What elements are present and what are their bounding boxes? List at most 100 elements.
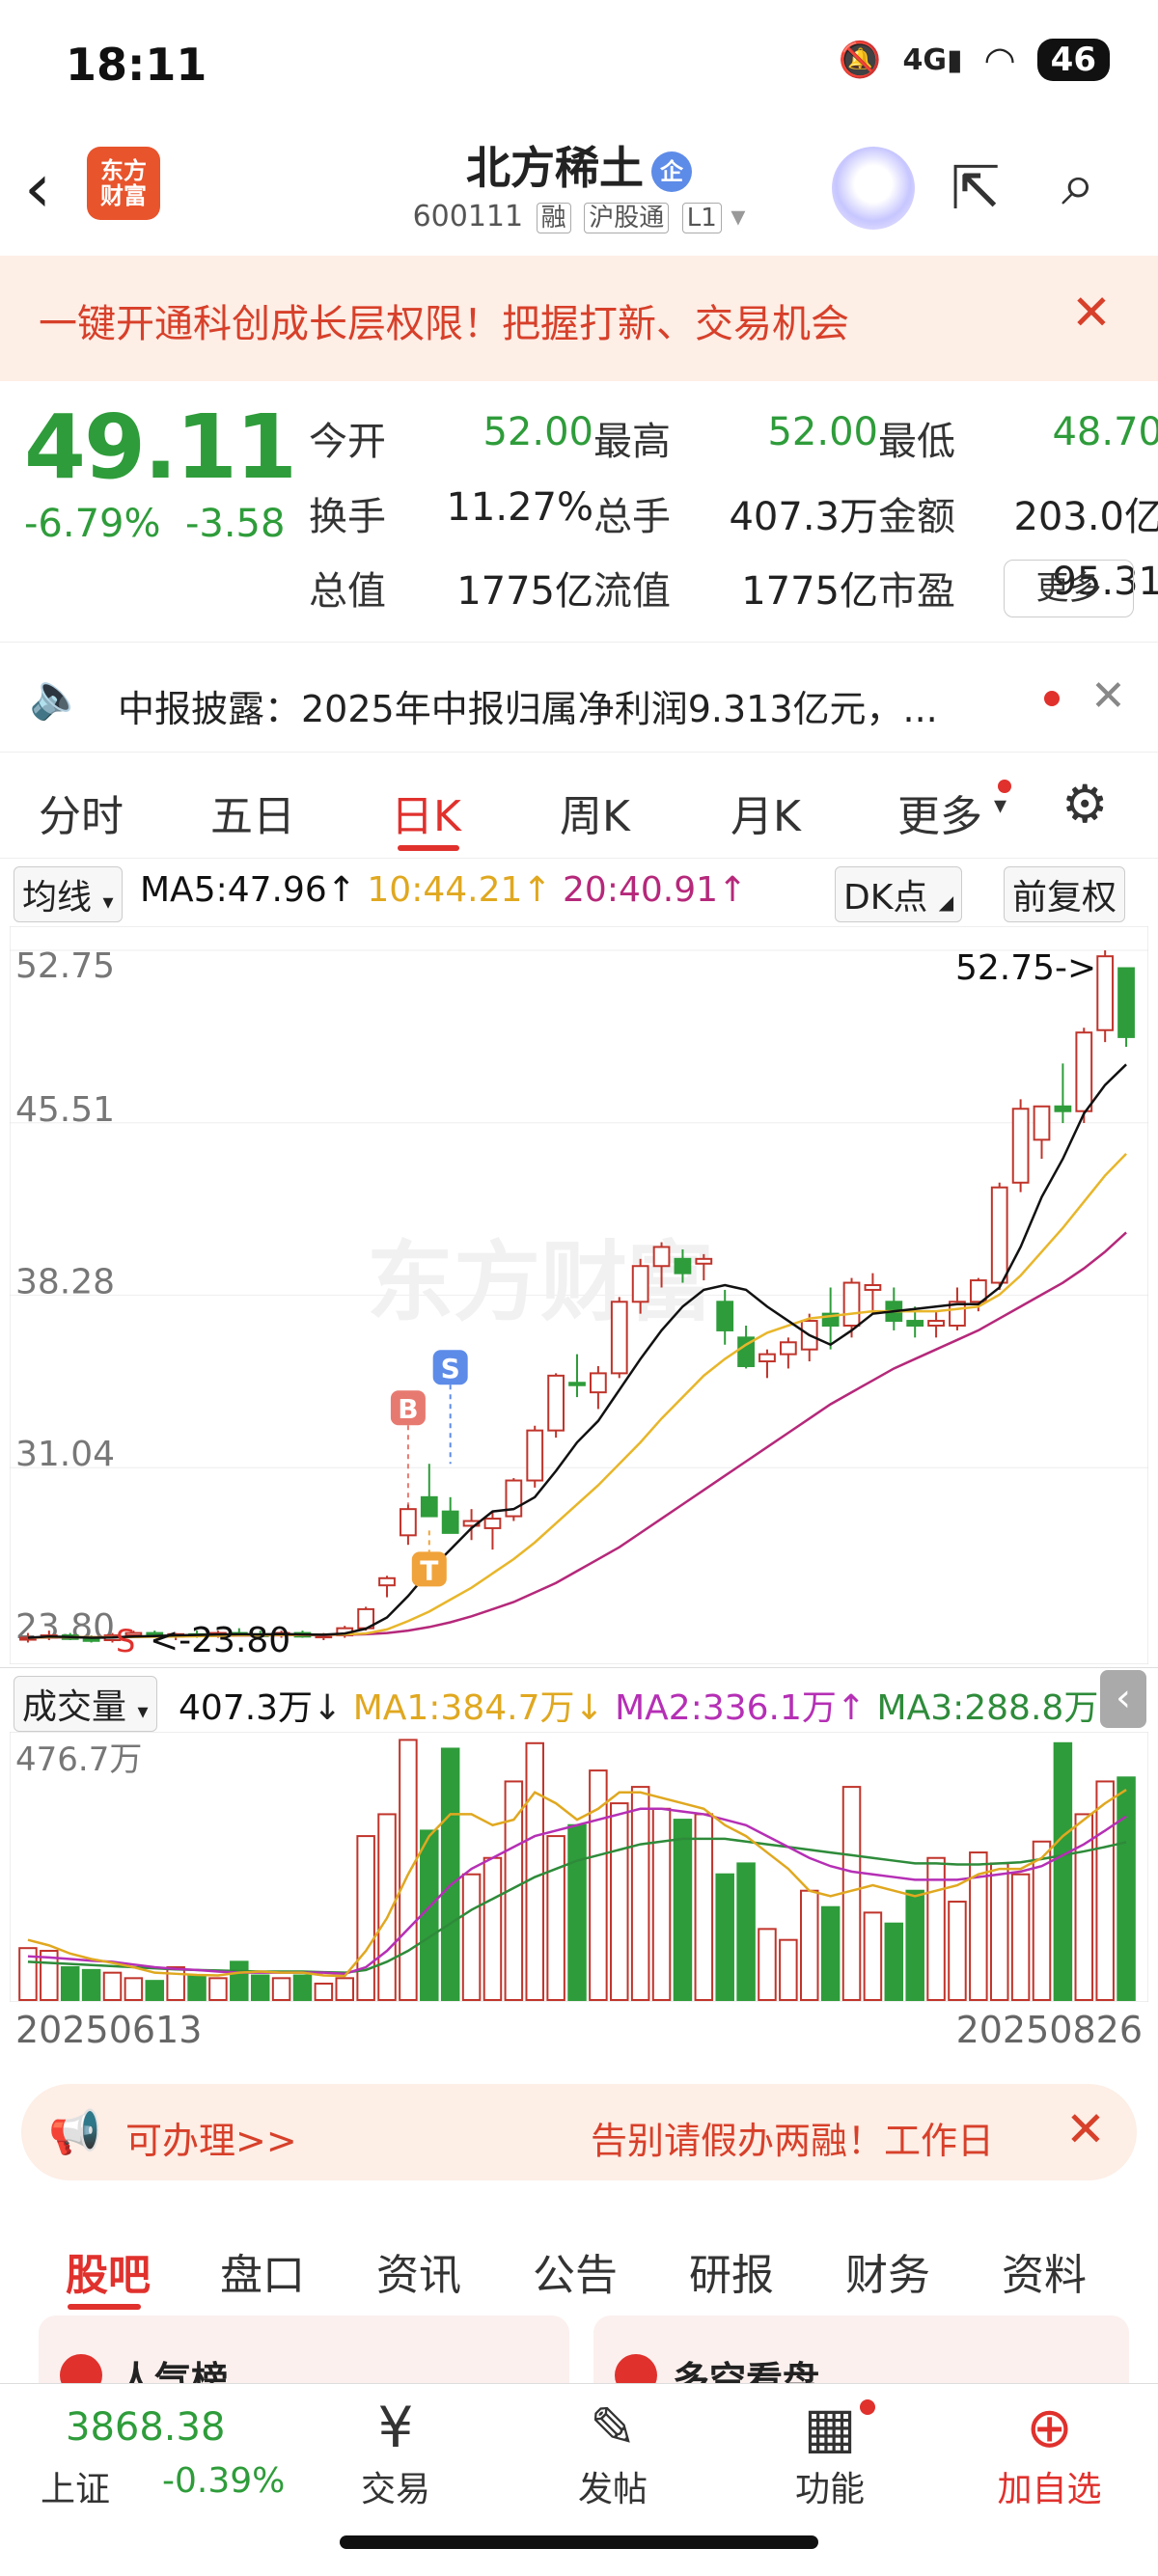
adjust-mode-selector[interactable]: 前复权 xyxy=(1004,866,1126,922)
battery-level: 46 xyxy=(1050,41,1096,79)
speaker-icon: 🔈 xyxy=(29,670,85,722)
close-icon[interactable]: ✕ xyxy=(1065,2101,1106,2157)
volume-bar xyxy=(1010,1873,1031,2001)
candle-body xyxy=(82,1637,100,1642)
volume-chart[interactable]: 476.7万 xyxy=(10,1732,1148,2002)
volume-bar xyxy=(715,1873,734,2001)
nav-add-watchlist[interactable]: ⊕ 加自选 xyxy=(984,2394,1115,2511)
last-price: 49.11 xyxy=(24,396,297,499)
enterprise-badge: 企 xyxy=(651,151,692,192)
tab-announcements[interactable]: 公告 xyxy=(533,2240,618,2302)
tab-monthly-k[interactable]: 月K xyxy=(731,781,801,843)
search-icon[interactable]: ⌕ xyxy=(1062,149,1095,220)
quote-value: 203.0亿 xyxy=(1013,495,1158,539)
candle-body xyxy=(420,1495,438,1518)
price-change: -6.79% -3.58 xyxy=(24,502,285,546)
quote-label: 流值 xyxy=(593,569,671,614)
volume-bar xyxy=(989,1862,1009,2001)
nav-post[interactable]: ✎ 发帖 xyxy=(560,2394,666,2511)
quote-value: 52.00 xyxy=(767,410,878,454)
active-tab-indicator xyxy=(398,845,459,851)
dropdown-icon[interactable]: ▾ xyxy=(731,200,745,233)
candlestick-chart[interactable]: 52.7545.5138.2831.0423.80东方财富52.75-><-23… xyxy=(10,926,1148,1664)
quote-label: 金额 xyxy=(878,495,955,539)
bull-bear-card[interactable]: 多空看盘 xyxy=(593,2316,1129,2401)
volume-values: 407.3万↓ MA1:384.7万↓ MA2:336.1万↑ MA3:288.… xyxy=(179,1680,1128,1730)
more-tabs-dropdown-icon[interactable]: ▾ xyxy=(994,791,1006,820)
announcement-text: 中报披露：2025年中报归属净利润9.313亿元，... xyxy=(118,688,938,730)
candle-body xyxy=(674,1257,692,1274)
tab-daily-k[interactable]: 日K xyxy=(391,781,461,843)
nav-functions[interactable]: ▦ 功能 xyxy=(777,2394,883,2511)
volume-bar xyxy=(81,1968,101,2001)
vol-ma3: MA3:288.8万 xyxy=(876,1688,1099,1728)
volume-bar xyxy=(758,1928,777,2002)
candle-body xyxy=(990,1186,1008,1284)
volume-selector-arrow-icon: ▾ xyxy=(137,1700,149,1724)
quote-label: 最低 xyxy=(878,420,955,464)
tab-forum[interactable]: 股吧 xyxy=(66,2240,151,2302)
tab-more[interactable]: 更多 xyxy=(897,781,982,843)
vol-ma1: MA1:384.7万 xyxy=(352,1688,575,1728)
tab-financials[interactable]: 财务 xyxy=(845,2240,930,2302)
dk-point-selector[interactable]: DK点 ◢ xyxy=(835,866,963,922)
tab-five-day[interactable]: 五日 xyxy=(210,781,295,843)
quote-label: 市盈 xyxy=(878,569,955,614)
volume-bar xyxy=(145,1980,165,2001)
vol-ma2: MA2:336.1万 xyxy=(615,1688,837,1728)
share-icon[interactable]: ⇱ xyxy=(951,152,1001,223)
tab-profile[interactable]: 资料 xyxy=(1002,2240,1087,2302)
ma-values: MA5:47.96↑ 10:44.21↑ 20:40.91↑ xyxy=(140,870,747,910)
candle-body xyxy=(1033,1105,1051,1141)
ai-assistant-icon[interactable] xyxy=(832,147,915,230)
volume-selector[interactable]: 成交量 ▾ xyxy=(14,1676,157,1732)
candle-body xyxy=(526,1429,544,1482)
volume-arrow: ↓ xyxy=(313,1688,343,1728)
announcement-bar[interactable]: 🔈 中报披露：2025年中报归属净利润9.313亿元，... ✕ xyxy=(0,642,1158,753)
volume-bar xyxy=(102,1971,123,2001)
battery-icon: 46 xyxy=(1036,39,1110,81)
stock-code: 600111 xyxy=(412,200,524,233)
y-axis-label: 31.04 xyxy=(15,1435,115,1474)
candle-body xyxy=(906,1320,924,1327)
quote-value: 1775亿 xyxy=(456,569,593,614)
tab-research[interactable]: 研报 xyxy=(689,2240,774,2302)
quote-value: 1775亿 xyxy=(741,569,878,614)
popularity-card[interactable]: 人气榜 xyxy=(39,2316,569,2401)
ma-selector-arrow-icon: ▾ xyxy=(102,891,114,915)
promo-banner[interactable]: 一键开通科创成长层权限！把握打新、交易机会 ✕ xyxy=(0,256,1158,381)
candle-body xyxy=(568,1382,586,1386)
y-axis-label: 38.28 xyxy=(15,1262,115,1302)
volume-bar xyxy=(736,1862,756,2001)
low-price-marker: <-23.80 xyxy=(150,1621,290,1660)
dk-point-label: DK点 xyxy=(843,878,928,918)
candle-body xyxy=(842,1281,861,1327)
trade-icon: ¥ xyxy=(377,2395,414,2460)
margin-ad-banner[interactable]: 📢 可办理>> 告别请假办两融！工作日 ✕ xyxy=(21,2084,1137,2180)
candle-body xyxy=(631,1265,649,1303)
nav-trade[interactable]: ¥ 交易 xyxy=(343,2394,449,2511)
end-date: 20250826 xyxy=(955,2009,1143,2051)
active-tab-indicator xyxy=(68,2304,141,2310)
candle-body xyxy=(378,1576,396,1587)
tag-margin: 融 xyxy=(536,203,571,233)
volume-bar xyxy=(1074,1813,1094,2001)
dk-point-arrow-icon: ◢ xyxy=(938,891,954,914)
more-quote-button[interactable]: 更多 xyxy=(1004,560,1134,617)
volume-bar xyxy=(440,1747,460,2002)
volume-bar xyxy=(124,1977,144,2001)
candle-body xyxy=(590,1372,607,1394)
quote-value: 48.70 xyxy=(1052,410,1158,454)
collapse-panel-icon[interactable]: ‹ xyxy=(1100,1670,1146,1728)
tab-news[interactable]: 资讯 xyxy=(376,2240,461,2302)
ma10-arrow: ↑ xyxy=(522,870,552,910)
ma-selector[interactable]: 均线 ▾ xyxy=(14,866,123,922)
tab-intraday[interactable]: 分时 xyxy=(39,781,124,843)
volume-bar xyxy=(314,1983,334,2001)
settings-gear-icon[interactable]: ⚙ xyxy=(1062,774,1108,835)
close-icon[interactable]: ✕ xyxy=(1090,671,1126,721)
tab-weekly-k[interactable]: 周K xyxy=(560,781,630,843)
tab-order-book[interactable]: 盘口 xyxy=(220,2240,305,2302)
signal-label: S xyxy=(116,1623,135,1659)
close-icon[interactable]: ✕ xyxy=(1071,285,1112,341)
